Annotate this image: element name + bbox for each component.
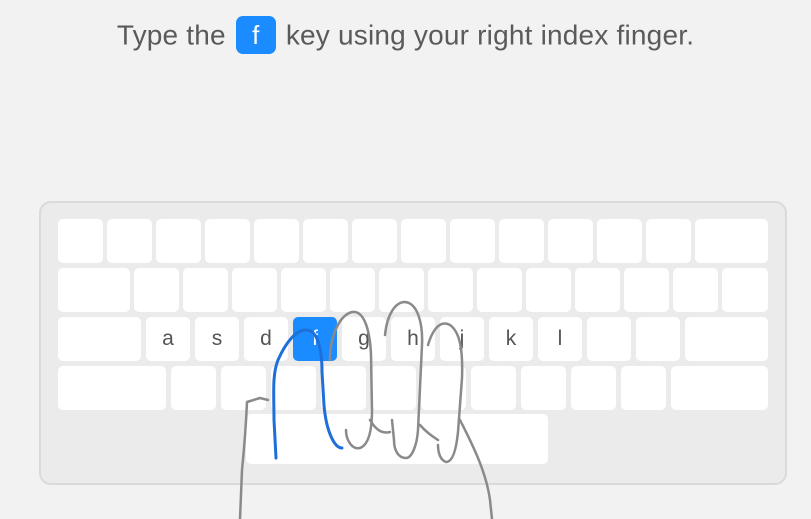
key [205, 219, 250, 263]
key-shift-left [58, 366, 166, 410]
instruction-text: Type the f key using your right index fing… [0, 16, 811, 58]
key [521, 366, 566, 410]
key [281, 268, 326, 312]
key [58, 219, 103, 263]
key-s: s [195, 317, 239, 361]
instruction-suffix: key using your right index finger. [285, 19, 695, 51]
instruction-prefix: Type the [116, 19, 226, 51]
key [571, 366, 616, 410]
key-a: a [146, 317, 190, 361]
key [107, 219, 152, 263]
key [171, 366, 216, 410]
key [450, 219, 495, 263]
key [695, 219, 768, 263]
key [428, 268, 473, 312]
key [673, 268, 718, 312]
key [575, 268, 620, 312]
key [636, 317, 680, 361]
key-enter [685, 317, 768, 361]
key [371, 366, 416, 410]
key [597, 219, 642, 263]
key-shift-right [671, 366, 768, 410]
key [156, 219, 201, 263]
key [271, 366, 316, 410]
key-f-highlighted: f [293, 317, 337, 361]
keyboard: a s d f g h j k l [39, 201, 787, 485]
key [471, 366, 516, 410]
key [303, 219, 348, 263]
key-caps-lock [58, 317, 141, 361]
key [621, 366, 666, 410]
key-spacebar [246, 414, 548, 464]
key [221, 366, 266, 410]
key [254, 219, 299, 263]
key-g: g [342, 317, 386, 361]
key-k: k [489, 317, 533, 361]
key [321, 366, 366, 410]
key [352, 219, 397, 263]
key-j: j [440, 317, 484, 361]
key [401, 219, 446, 263]
instruction-key-badge: f [235, 16, 276, 54]
key [330, 268, 375, 312]
key [232, 268, 277, 312]
key [58, 268, 130, 312]
key [183, 268, 228, 312]
key [421, 366, 466, 410]
key [587, 317, 631, 361]
key-h: h [391, 317, 435, 361]
key-d: d [244, 317, 288, 361]
key [379, 268, 424, 312]
key [477, 268, 522, 312]
key [134, 268, 179, 312]
key-l: l [538, 317, 582, 361]
key [526, 268, 571, 312]
key [499, 219, 544, 263]
key [624, 268, 669, 312]
key [722, 268, 768, 312]
key [646, 219, 691, 263]
key [548, 219, 593, 263]
